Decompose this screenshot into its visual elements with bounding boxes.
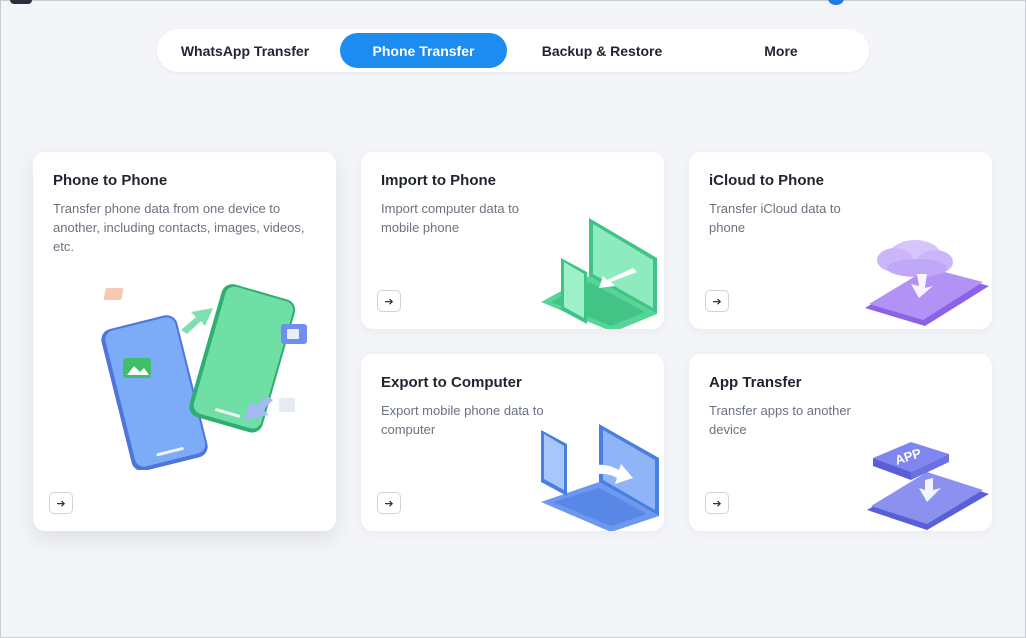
card-phone-to-phone[interactable]: Phone to Phone Transfer phone data from … [33, 152, 336, 531]
card-description: Export mobile phone data to computer [381, 403, 544, 437]
card-title: iCloud to Phone [709, 172, 824, 189]
phone-to-phone-illustration [101, 284, 307, 470]
card-description: Import computer data to mobile phone [381, 201, 520, 235]
tab-phone-transfer[interactable]: Phone Transfer [340, 33, 507, 68]
arrow-right-icon[interactable]: ➔ [705, 492, 729, 514]
import-to-phone-illustration [541, 218, 657, 329]
export-to-computer-illustration [541, 424, 659, 531]
tab-bar: WhatsApp Transfer Phone Transfer Backup … [157, 29, 869, 72]
app-transfer-illustration: APP [867, 442, 989, 530]
card-import-to-phone[interactable]: Import to Phone Import computer data to … [361, 152, 664, 329]
card-export-to-computer[interactable]: Export to Computer Export mobile phone d… [361, 354, 664, 531]
card-title: Export to Computer [381, 374, 522, 391]
icloud-to-phone-illustration [865, 240, 989, 326]
card-description: Transfer apps to another device [709, 403, 851, 437]
arrow-right-icon[interactable]: ➔ [377, 290, 401, 312]
card-icloud-to-phone[interactable]: iCloud to Phone Transfer iCloud data to … [689, 152, 992, 329]
window-icon[interactable] [10, 0, 32, 4]
card-title: Phone to Phone [53, 172, 168, 189]
card-title: App Transfer [709, 374, 802, 391]
arrow-right-icon[interactable]: ➔ [705, 290, 729, 312]
tab-backup-restore[interactable]: Backup & Restore [519, 33, 685, 68]
arrow-right-icon[interactable]: ➔ [49, 492, 73, 514]
card-title: Import to Phone [381, 172, 496, 189]
card-app-transfer[interactable]: App Transfer Transfer apps to another de… [689, 354, 992, 531]
card-description: Transfer phone data from one device to a… [53, 201, 305, 254]
card-description: Transfer iCloud data to phone [709, 201, 841, 235]
tab-whatsapp-transfer[interactable]: WhatsApp Transfer [161, 33, 329, 68]
tab-more[interactable]: More [697, 33, 865, 68]
arrow-right-icon[interactable]: ➔ [377, 492, 401, 514]
